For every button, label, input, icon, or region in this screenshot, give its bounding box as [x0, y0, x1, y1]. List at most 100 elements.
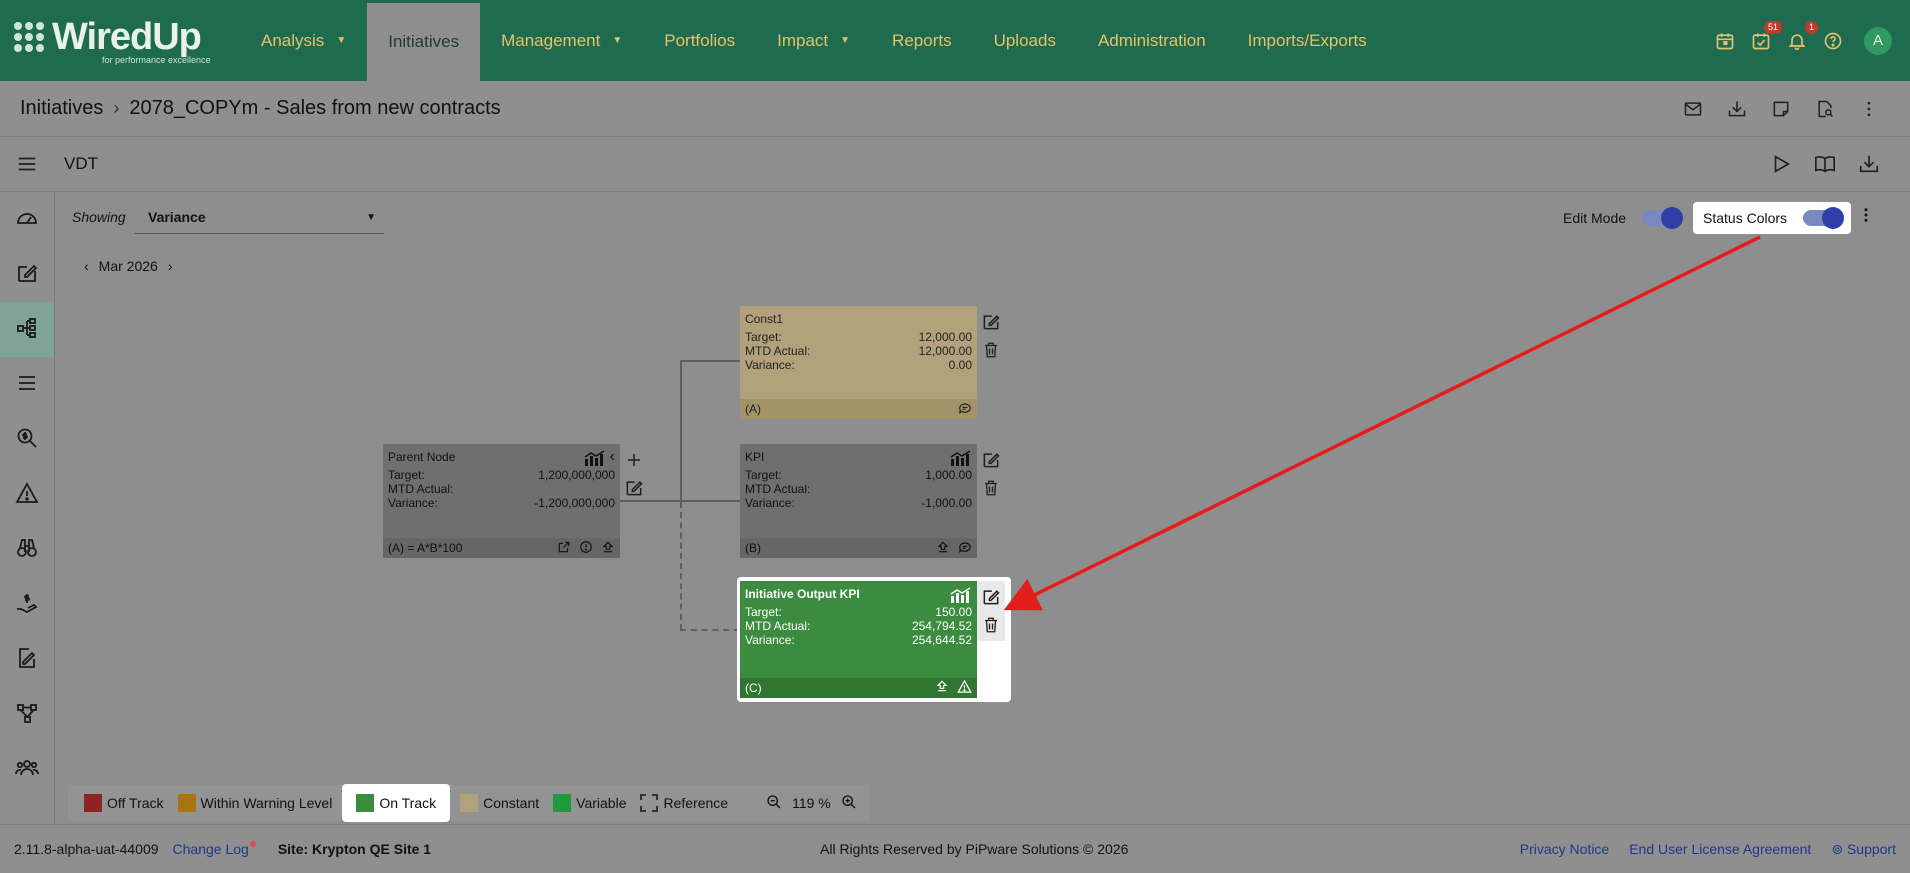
edit-icon [15, 261, 39, 288]
calendar-icon[interactable] [1712, 28, 1738, 54]
more-vertical-icon[interactable] [1857, 206, 1875, 227]
document-search-icon[interactable] [1814, 98, 1836, 120]
copyright: All Rights Reserved by PiPware Solutions… [820, 841, 1129, 857]
chart-icon[interactable] [584, 450, 606, 468]
play-icon[interactable] [1770, 153, 1792, 175]
workflow-icon [15, 701, 39, 728]
nav-management[interactable]: Management ▼ [480, 0, 643, 81]
chevron-left-icon[interactable]: ‹ [610, 449, 615, 468]
trash-icon[interactable] [980, 338, 1002, 362]
changelog-label: Change Log [172, 841, 249, 857]
email-icon[interactable] [1682, 98, 1704, 120]
status-colors-switch[interactable] [1803, 207, 1845, 229]
chart-icon[interactable] [950, 587, 972, 605]
info-icon[interactable] [579, 540, 593, 557]
zoom-in-icon[interactable] [841, 794, 857, 813]
privacy-link[interactable]: Privacy Notice [1520, 841, 1609, 858]
trash-icon[interactable] [980, 476, 1002, 500]
legend-warning: Within Warning Level [174, 788, 337, 818]
more-vertical-icon[interactable] [1858, 98, 1880, 120]
nav-uploads[interactable]: Uploads [973, 0, 1077, 81]
upload-icon[interactable] [601, 540, 615, 557]
chart-icon[interactable] [950, 450, 972, 468]
sidebar-item-vdt[interactable] [0, 302, 54, 357]
eula-link[interactable]: End User License Agreement [1629, 841, 1811, 858]
support-link[interactable]: ⊚ Support [1831, 841, 1896, 858]
download-tray-icon[interactable] [1726, 98, 1748, 120]
breadcrumb-root[interactable]: Initiatives [20, 97, 103, 120]
nav-impact[interactable]: Impact ▼ [756, 0, 871, 81]
nav-portfolios[interactable]: Portfolios [643, 0, 756, 81]
connector-line [680, 360, 682, 502]
node-formula: (A) = A*B*100 [388, 541, 463, 555]
bell-icon[interactable]: 1 [1784, 20, 1818, 54]
sidebar-item-team[interactable] [0, 742, 54, 797]
nav-reports[interactable]: Reports [871, 0, 973, 81]
external-link-icon[interactable] [557, 540, 571, 557]
upload-icon[interactable] [935, 679, 949, 697]
edit-icon[interactable] [980, 448, 1002, 472]
target-value: 12,000.00 [918, 330, 972, 344]
chevron-right-icon[interactable]: › [168, 258, 173, 274]
nav-uploads-label: Uploads [993, 30, 1056, 50]
chevron-left-icon[interactable]: ‹ [84, 258, 89, 274]
support-label: Support [1846, 840, 1896, 857]
edit-mode-label: Edit Mode [1563, 210, 1627, 226]
download-icon[interactable] [1858, 153, 1880, 175]
nav-imports-exports[interactable]: Imports/Exports [1227, 0, 1388, 81]
actual-label: MTD Actual: [745, 619, 811, 633]
caret-down-icon: ▼ [612, 35, 623, 46]
trash-icon[interactable] [980, 613, 1002, 637]
showing-select[interactable]: Variance ▼ [134, 200, 384, 234]
logo[interactable]: WiredUp for performance excellence [0, 0, 240, 81]
plus-icon[interactable] [623, 448, 645, 472]
actual-label: MTD Actual: [745, 482, 811, 496]
sidebar [0, 192, 55, 824]
node-parent[interactable]: Parent Node ‹ Target: 1,200,000,000 MTD A… [383, 444, 643, 558]
sidebar-item-edit[interactable] [0, 247, 54, 302]
nav-initiatives[interactable]: Initiatives [367, 3, 481, 81]
gauge-icon [15, 206, 39, 233]
variance-label: Variance: [745, 633, 795, 647]
sidebar-item-review[interactable] [0, 522, 54, 577]
comment-icon[interactable] [958, 401, 972, 418]
new-indicator-dot [249, 841, 256, 847]
comment-icon[interactable] [958, 540, 972, 557]
vdt-canvas[interactable]: Showing Variance ▼ ‹ Mar 2026 › Edit Mod… [56, 192, 1910, 824]
reference-connector [680, 502, 682, 630]
support-icon: ⊚ [1831, 840, 1844, 857]
menu-icon[interactable] [16, 153, 38, 175]
sidebar-item-workflow[interactable] [0, 687, 54, 742]
nav-imports-exports-label: Imports/Exports [1247, 30, 1367, 50]
tasks-icon[interactable]: 51 [1748, 20, 1782, 54]
sidebar-item-list[interactable] [0, 357, 54, 412]
node-initiative-output-kpi[interactable]: Initiative Output KPI Target: 150.00 MTD … [740, 581, 1005, 698]
showing-value: Variance [148, 208, 206, 225]
sidebar-item-dashboard[interactable] [0, 192, 54, 247]
note-icon[interactable] [1770, 98, 1792, 120]
help-icon[interactable] [1820, 28, 1846, 54]
sidebar-item-risks[interactable] [0, 467, 54, 522]
top-navigation: WiredUp for performance excellence Analy… [0, 0, 1910, 81]
node-const1[interactable]: Const1 Target: 12,000.00 MTD Actual: 12,00… [740, 306, 1000, 419]
edit-icon[interactable] [980, 310, 1002, 334]
variance-value: 254,644.52 [911, 633, 972, 647]
nav-administration[interactable]: Administration [1077, 0, 1227, 81]
target-label: Target: [388, 468, 425, 482]
upload-icon[interactable] [936, 540, 950, 557]
logo-text: WiredUp [52, 15, 202, 58]
avatar[interactable]: A [1864, 26, 1892, 55]
changelog-link[interactable]: Change Log [173, 841, 256, 857]
node-kpi[interactable]: KPI Target: 1,000.00 MTD Actual: Variance… [740, 444, 1000, 558]
edit-icon[interactable] [980, 585, 1002, 609]
zoom-out-icon[interactable] [766, 794, 782, 813]
sidebar-item-benefits[interactable] [0, 577, 54, 632]
book-icon[interactable] [1814, 153, 1836, 175]
sidebar-item-documents[interactable] [0, 632, 54, 687]
nav-analysis[interactable]: Analysis ▼ [240, 0, 367, 81]
edit-icon[interactable] [623, 476, 645, 500]
edit-mode-switch[interactable] [1642, 207, 1684, 229]
warning-icon[interactable] [957, 679, 972, 697]
sidebar-item-financial-search[interactable] [0, 412, 54, 467]
nav-impact-label: Impact [777, 30, 829, 50]
